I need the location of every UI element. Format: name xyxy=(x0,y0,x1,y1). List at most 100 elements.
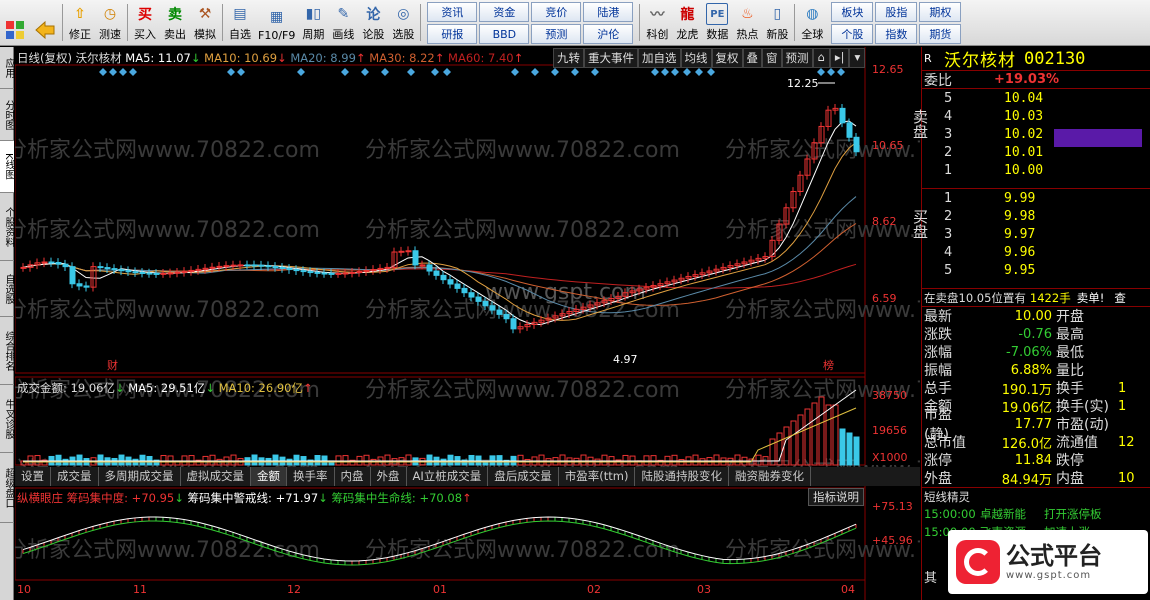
side-tab-timeshare[interactable]: 分时图 xyxy=(0,89,14,141)
side-tab-profile[interactable]: 个股资料 xyxy=(0,193,14,261)
tab-amount[interactable]: 金额 xyxy=(251,467,287,486)
grid-btn-forecast[interactable]: 预测 xyxy=(531,24,582,44)
tab-ai-volume[interactable]: AI立桩成交量 xyxy=(407,467,489,486)
level-price: 10.02 xyxy=(1004,126,1044,142)
tool-window[interactable]: 窗 xyxy=(762,48,782,68)
skip-icon[interactable]: ▸| xyxy=(829,48,850,68)
tab-margin[interactable]: 融资融券变化 xyxy=(729,467,811,486)
tab-outer[interactable]: 外盘 xyxy=(371,467,407,486)
candle-body xyxy=(475,296,482,302)
grid-btn-sector[interactable]: 板块 xyxy=(831,2,874,22)
tool-forecast[interactable]: 预测 xyxy=(781,48,813,68)
toolbar-btn-2[interactable]: 买买入 xyxy=(130,0,160,45)
side-tab-orderbook[interactable]: 超级盘口 xyxy=(0,453,14,523)
toolbar-btn-6[interactable]: ▦ F10/F9 xyxy=(255,0,298,45)
ask-level-row[interactable]: 1 10.00 xyxy=(944,161,1149,179)
grid-btn-options[interactable]: 期权 xyxy=(919,2,962,22)
toolbar-btn-hot[interactable]: ♨ 热点 xyxy=(732,0,762,45)
event-marker xyxy=(129,68,137,76)
grid-btn-futures[interactable]: 期货 xyxy=(919,24,962,44)
grid-btn-auction[interactable]: 竞价 xyxy=(531,2,582,22)
candle-body xyxy=(286,267,293,271)
tool-add-watch[interactable]: 加自选 xyxy=(638,48,681,68)
toolbar-btn-3[interactable]: 卖卖出 xyxy=(160,0,190,45)
grid-btn-funds[interactable]: 资金 xyxy=(479,2,530,22)
side-tab-ranking[interactable]: 综合排名 xyxy=(0,317,14,385)
tab-virtual-volume[interactable]: 虚拟成交量 xyxy=(181,467,251,486)
side-tab-app[interactable]: 应用 xyxy=(0,47,14,89)
tab-hk-connect[interactable]: 陆股通持股变化 xyxy=(635,467,729,486)
bid-level-row[interactable]: 3 9.97 xyxy=(944,225,1149,243)
quote-table: 最新 10.00 开盘 涨跌 -0.76 最高 涨幅 -7.06% 最低 振幅 6.88% 量比 总手 1… xyxy=(922,307,1150,488)
grid-btn-hk[interactable]: 陆港 xyxy=(583,2,634,22)
tab-turnover[interactable]: 换手率 xyxy=(287,467,335,486)
ask-level-row[interactable]: 5 10.04 xyxy=(944,89,1149,107)
tool-ma[interactable]: 均线 xyxy=(680,48,712,68)
grid-btn-stock[interactable]: 个股 xyxy=(831,24,874,44)
toolbar-btn-sci[interactable]: 〰科创 xyxy=(642,0,672,45)
side-tab-kline[interactable]: K线图 xyxy=(0,141,14,193)
grid-btn-index[interactable]: 指数 xyxy=(875,24,918,44)
grid-btn-report[interactable]: 研报 xyxy=(427,24,478,44)
bid-level-row[interactable]: 4 9.96 xyxy=(944,243,1149,261)
tool-jiuzhuan[interactable]: 九转 xyxy=(553,48,584,68)
grid-btn-shlon[interactable]: 沪伦 xyxy=(583,24,634,44)
toolbar-btn-dragon[interactable]: 龍龙虎 xyxy=(672,0,702,45)
candle-body xyxy=(846,122,853,138)
bid-level-row[interactable]: 1 9.99 xyxy=(944,189,1149,207)
grid-btn-bbd[interactable]: BBD xyxy=(479,24,530,44)
toolbar-btn-9[interactable]: 论论股 xyxy=(358,0,388,45)
notice-check-link[interactable]: 查 xyxy=(1114,290,1126,306)
event-marker xyxy=(237,68,245,76)
back-button[interactable] xyxy=(30,0,60,45)
volume-bar xyxy=(139,454,146,466)
level-index: 3 xyxy=(944,226,953,242)
bid-level-row[interactable]: 5 9.95 xyxy=(944,261,1149,279)
tab-inner[interactable]: 内盘 xyxy=(335,467,371,486)
toolbar-btn-10[interactable]: ◎ 选股 xyxy=(388,0,418,45)
chart-svg[interactable]: 分析家公式网www.70822.com 分析家公式网www.70822.com … xyxy=(15,47,920,600)
toolbar-separator xyxy=(794,4,796,41)
event-marker xyxy=(361,68,369,76)
tab-pe-ttm[interactable]: 市盈率(ttm) xyxy=(559,467,636,486)
quote-row: 外盘 84.94万 内盘 10 xyxy=(922,469,1150,488)
toolbar-btn-4[interactable]: ⚒ 模拟 xyxy=(190,0,220,45)
toolbar-btn-ipo[interactable]: ▯ 新股 xyxy=(762,0,792,45)
side-tab-diagnose[interactable]: 牛叉诊股 xyxy=(0,385,14,453)
toolbar-label: 自选 xyxy=(229,28,251,41)
ask-block: 卖盘 5 10.04 4 10.03 3 10.02 2 10.01 1 10.00 xyxy=(911,89,1150,189)
tool-adjust[interactable]: 复权 xyxy=(711,48,743,68)
toolbar-btn-global[interactable]: ◍ 全球 xyxy=(797,0,827,45)
logo-g-shape xyxy=(964,548,992,576)
bid-level-row[interactable]: 2 9.98 xyxy=(944,207,1149,225)
level-price: 9.95 xyxy=(1004,262,1036,278)
lock-icon[interactable]: ⌂ xyxy=(812,48,830,68)
tab-settings[interactable]: 设置 xyxy=(15,467,51,486)
toolbar-btn-data[interactable]: PE 数据 xyxy=(702,0,732,45)
grid-btn-index-fut[interactable]: 股指 xyxy=(875,2,918,22)
ask-level-row[interactable]: 4 10.03 xyxy=(944,107,1149,125)
volume-bar xyxy=(496,455,503,466)
toolbar-btn-7[interactable]: ▮▯ 周期 xyxy=(298,0,328,45)
toolbar-btn-0[interactable]: ⇧ 修正 xyxy=(65,0,95,45)
ind-b: 筹码集中警戒线: +71.97 xyxy=(187,491,319,505)
toolbar-btn-8[interactable]: ✎ 画线 xyxy=(328,0,358,45)
color-grid-button[interactable] xyxy=(0,0,30,45)
indicator-help-button[interactable]: 指标说明 xyxy=(808,488,864,506)
tool-overlay[interactable]: 叠 xyxy=(742,48,762,68)
toolbar-label: 选股 xyxy=(392,28,415,41)
quote-label: 涨跌 xyxy=(924,327,952,343)
volume-bar xyxy=(293,454,300,466)
side-tab-watchlist[interactable]: 自选股 xyxy=(0,261,14,317)
tab-volume[interactable]: 成交量 xyxy=(51,467,99,486)
tab-multi-volume[interactable]: 多周期成交量 xyxy=(99,467,181,486)
tab-after-hours[interactable]: 盘后成交量 xyxy=(488,467,559,486)
toolbar-btn-5[interactable]: ▤ 自选 xyxy=(225,0,255,45)
volume-bar xyxy=(251,454,258,466)
grid-btn-news[interactable]: 资讯 xyxy=(427,2,478,22)
short-item[interactable]: 15:00:00 卓越新能 打开涨停板 xyxy=(922,505,1150,523)
chart-area[interactable]: 分析家公式网www.70822.com 分析家公式网www.70822.com … xyxy=(15,47,920,600)
tool-events[interactable]: 重大事件 xyxy=(584,48,638,68)
dropdown-icon[interactable]: ▾ xyxy=(849,48,866,68)
toolbar-btn-1[interactable]: ◷ 测速 xyxy=(95,0,125,45)
